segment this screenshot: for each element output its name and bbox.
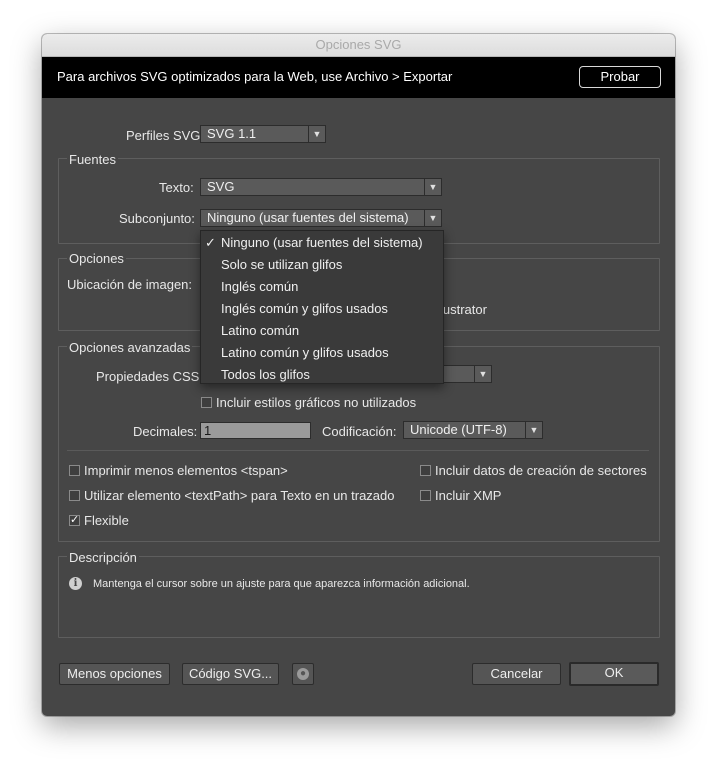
subset-dropdown-menu: ✓ Ninguno (usar fuentes del sistema) Sol… [200, 230, 444, 384]
info-icon: i [69, 577, 82, 590]
encoding-select-value: Unicode (UTF-8) [410, 422, 507, 437]
css-properties-label: Propiedades CSS: [96, 369, 203, 384]
subset-label: Subconjunto: [119, 211, 195, 226]
chevron-down-icon: ▼ [424, 179, 441, 195]
cancel-button[interactable]: Cancelar [472, 663, 561, 685]
description-text: Mantenga el cursor sobre un ajuste para … [93, 578, 470, 590]
decimals-input[interactable]: 1 [200, 422, 311, 439]
fonts-group-title: Fuentes [67, 152, 118, 167]
globe-icon: ● [297, 668, 309, 680]
chevron-down-icon: ▼ [308, 126, 325, 142]
textpath-checkbox[interactable] [69, 490, 80, 501]
subset-option[interactable]: Todos los glifos [201, 364, 443, 386]
xmp-checkbox[interactable] [420, 490, 431, 501]
subset-select[interactable]: Ninguno (usar fuentes del sistema) ▼ [200, 209, 442, 227]
svg-options-dialog: Opciones SVG Para archivos SVG optimizad… [42, 34, 675, 716]
export-banner: Para archivos SVG optimizados para la We… [42, 57, 675, 98]
subset-option[interactable]: ✓ Ninguno (usar fuentes del sistema) [201, 232, 443, 254]
description-group-title: Descripción [67, 550, 139, 565]
chevron-down-icon: ▼ [424, 210, 441, 226]
options-group-title: Opciones [67, 251, 126, 266]
banner-text: Para archivos SVG optimizados para la We… [57, 69, 453, 84]
chevron-down-icon: ▼ [474, 366, 491, 382]
fewer-tspan-checkbox[interactable] [69, 465, 80, 476]
textpath-label: Utilizar elemento <textPath> para Texto … [84, 488, 395, 503]
advanced-options-group-title: Opciones avanzadas [67, 340, 193, 355]
image-location-label: Ubicación de imagen: [67, 277, 193, 292]
encoding-label: Codificación: [322, 424, 397, 439]
svg-profile-label: Perfiles SVG [126, 128, 201, 143]
web-preview-button[interactable]: ● [292, 663, 314, 685]
svg-profile-select[interactable]: SVG 1.1 ▼ [200, 125, 326, 143]
checkmark-icon: ✓ [205, 235, 216, 250]
subset-option[interactable]: Inglés común [201, 276, 443, 298]
subset-option[interactable]: Latino común [201, 320, 443, 342]
encoding-select[interactable]: Unicode (UTF-8) ▼ [403, 421, 543, 439]
fewer-tspan-label: Imprimir menos elementos <tspan> [84, 463, 288, 478]
description-group [58, 556, 660, 638]
subset-option[interactable]: Inglés común y glifos usados [201, 298, 443, 320]
subset-select-value: Ninguno (usar fuentes del sistema) [207, 210, 409, 225]
divider [67, 450, 649, 451]
svg-code-button[interactable]: Código SVG... [182, 663, 279, 685]
unused-styles-checkbox[interactable] [201, 397, 212, 408]
try-button[interactable]: Probar [579, 66, 661, 88]
text-select-value: SVG [207, 179, 235, 194]
subset-option[interactable]: Solo se utilizan glifos [201, 254, 443, 276]
responsive-checkbox[interactable]: ✓ [69, 515, 80, 526]
less-options-button[interactable]: Menos opciones [59, 663, 170, 685]
subset-option[interactable]: Latino común y glifos usados [201, 342, 443, 364]
slicing-data-label: Incluir datos de creación de sectores [435, 463, 647, 478]
ok-button[interactable]: OK [569, 662, 659, 686]
slicing-data-checkbox[interactable] [420, 465, 431, 476]
unused-styles-label: Incluir estilos gráficos no utilizados [216, 395, 417, 410]
responsive-label: Flexible [84, 513, 129, 528]
decimals-label: Decimales: [133, 424, 198, 439]
svg-profile-value: SVG 1.1 [207, 126, 257, 141]
text-select[interactable]: SVG ▼ [200, 178, 442, 196]
preserve-illustrator-label: lustrator [440, 302, 487, 317]
window-title: Opciones SVG [42, 34, 675, 57]
xmp-label: Incluir XMP [435, 488, 502, 503]
text-label: Texto: [159, 180, 194, 195]
chevron-down-icon: ▼ [525, 422, 542, 438]
